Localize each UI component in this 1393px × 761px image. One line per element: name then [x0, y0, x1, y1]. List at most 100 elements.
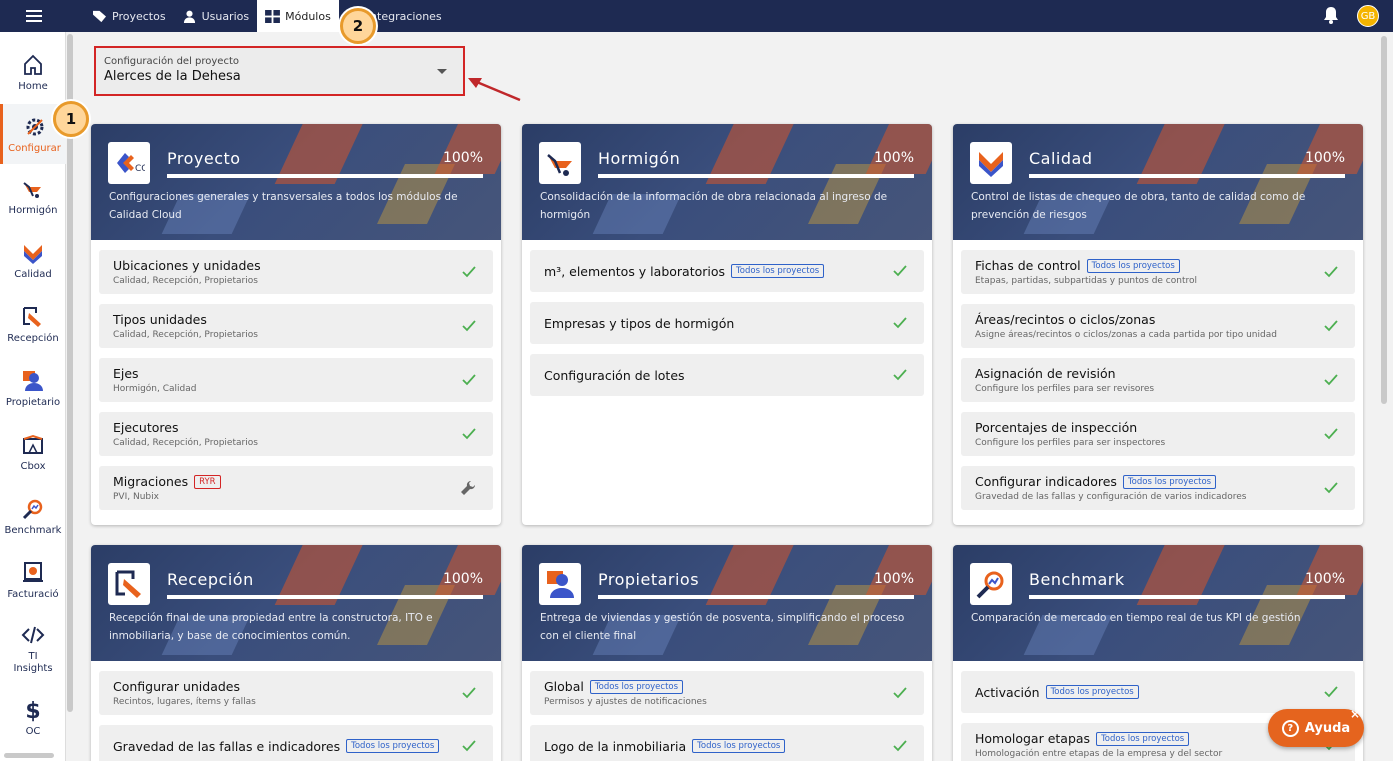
config-row-title: Configurar indicadores: [975, 474, 1117, 489]
config-row-title: Ejecutores: [113, 420, 179, 435]
config-row[interactable]: Tipos unidades Calidad, Recepción, Propie…: [99, 304, 493, 348]
config-row-subtitle: Asigne áreas/recintos o ciclos/zonas a c…: [975, 330, 1277, 340]
config-row[interactable]: Empresas y tipos de hormigón: [530, 302, 924, 344]
card-percent: 100%: [873, 571, 914, 587]
gear-icon: [26, 118, 43, 135]
tab-label: Usuarios: [201, 9, 250, 23]
sidebar-item-cbox[interactable]: Cbox: [0, 422, 66, 482]
wheelbarrow-icon: [547, 154, 572, 176]
sidebar-item-label: Recepción: [7, 332, 59, 344]
config-row[interactable]: Gravedad de las fallas e indicadores Todo…: [99, 725, 493, 761]
wrench-icon[interactable]: [459, 479, 477, 497]
bell-icon[interactable]: [1323, 6, 1339, 24]
question-icon: ?: [1281, 719, 1299, 737]
main-scrollbar[interactable]: [1381, 36, 1387, 404]
sidebar-item-label: Home: [18, 80, 48, 92]
config-row[interactable]: Ubicaciones y unidades Calidad, Recepción…: [99, 250, 493, 294]
check-icon: [462, 320, 476, 332]
owner-icon: [23, 370, 43, 391]
scope-tag: Todos los proyectos: [346, 739, 440, 753]
horizontal-scrollbar[interactable]: [4, 753, 54, 758]
top-nav: Proyectos Usuarios Módulos Integraciones: [84, 0, 450, 32]
close-icon[interactable]: ×: [1350, 707, 1360, 721]
check-icon: [462, 687, 476, 699]
card-header: Calidad 100% Control de listas de chequeo …: [953, 124, 1363, 240]
card-title: Calidad: [1029, 149, 1093, 168]
tab-proyectos[interactable]: Proyectos: [84, 0, 174, 32]
card-body: m³, elementos y laboratorios Todos los pr…: [522, 240, 932, 414]
card-progress-bar: [1029, 174, 1345, 178]
config-row[interactable]: Migraciones RYR PVI, Nubix: [99, 466, 493, 510]
card-logo: [539, 142, 581, 184]
dollar-icon: $: [25, 699, 40, 722]
card-body: Configurar unidades Recintos, lugares, ít…: [91, 661, 501, 761]
card-body: Global Todos los proyectos Permisos y ajus…: [522, 661, 932, 761]
help-button[interactable]: ? Ayuda ×: [1268, 707, 1364, 747]
sidebar-item-ti-insights[interactable]: TI Insights: [0, 614, 66, 684]
check-icon: [1324, 266, 1338, 278]
grid-icon: [265, 9, 281, 23]
tab-modulos[interactable]: Módulos: [257, 0, 339, 32]
tab-usuarios[interactable]: Usuarios: [174, 0, 258, 32]
sidebar-item-label: Cbox: [20, 460, 46, 472]
sidebar-item-benchmark[interactable]: Benchmark: [0, 486, 66, 546]
config-row-subtitle: Homologación entre etapas de la empresa …: [975, 749, 1223, 759]
card-title: Proyecto: [167, 149, 241, 168]
sidebar-item-label: TI Insights: [13, 651, 53, 674]
config-row[interactable]: Ejecutores Calidad, Recepción, Propietari…: [99, 412, 493, 456]
sidebar-item-propietario[interactable]: Propietario: [0, 358, 66, 418]
config-row[interactable]: Configurar indicadores Todos los proyecto…: [961, 466, 1355, 510]
config-row[interactable]: Logo de la inmobiliaria Todos los proyect…: [530, 725, 924, 761]
sidebar-item-hormigon[interactable]: Hormigón: [0, 166, 66, 226]
config-row-title: Empresas y tipos de hormigón: [544, 315, 735, 331]
card-progress-bar: [598, 174, 914, 178]
card-progress-bar: [167, 595, 483, 599]
config-row-title: Configuración de lotes: [544, 367, 685, 383]
config-row[interactable]: Configurar unidades Recintos, lugares, ít…: [99, 671, 493, 715]
scope-tag: Todos los proyectos: [1096, 731, 1190, 746]
quality-check-icon: [24, 244, 42, 264]
config-row[interactable]: Asignación de revisión Configure los perf…: [961, 358, 1355, 402]
scope-tag: Todos los proyectos: [731, 264, 825, 278]
config-row-title: Fichas de control: [975, 258, 1081, 273]
sidebar-item-facturacion[interactable]: Facturació: [0, 550, 66, 610]
sidebar-item-recepcion[interactable]: Recepción: [0, 294, 66, 354]
sidebar-item-label: Facturació: [7, 588, 59, 600]
card-percent: 100%: [1304, 150, 1345, 166]
quality-check-icon: [979, 152, 1003, 177]
card-logo: [539, 563, 581, 605]
config-row-title: Tipos unidades: [113, 312, 207, 327]
sidebar-item-home[interactable]: Home: [0, 42, 66, 102]
sidebar-item-calidad[interactable]: Calidad: [0, 230, 66, 290]
card-progress-bar: [1029, 595, 1345, 599]
card-percent: 100%: [442, 571, 483, 587]
config-row[interactable]: Global Todos los proyectos Permisos y ajus…: [530, 671, 924, 715]
chevron-down-icon: [437, 69, 447, 74]
check-icon: [1324, 686, 1338, 698]
config-row-title: Activación: [975, 684, 1040, 700]
magnifier-chart-icon: [22, 499, 43, 519]
project-selector[interactable]: Configuración del proyecto Alerces de la…: [94, 46, 465, 96]
annotation-marker-2: 2: [340, 8, 376, 44]
config-row[interactable]: Configuración de lotes: [530, 354, 924, 396]
sidebar-item-oc[interactable]: $ OC: [0, 692, 66, 742]
config-row[interactable]: Activación Todos los proyectos: [961, 671, 1355, 713]
card-title: Benchmark: [1029, 570, 1125, 589]
card-description: Recepción final de una propiedad entre l…: [109, 612, 433, 642]
config-row[interactable]: Porcentajes de inspección Configure los p…: [961, 412, 1355, 456]
config-row[interactable]: Áreas/recintos o ciclos/zonas Asigne área…: [961, 304, 1355, 348]
magnifier-chart-icon: [976, 571, 1004, 599]
avatar[interactable]: GB: [1357, 5, 1379, 27]
module-card-3: Recepción 100% Recepción final de una prop…: [91, 545, 501, 761]
card-logo: [970, 142, 1012, 184]
card-header: Hormigón 100% Consolidación de la informac…: [522, 124, 932, 240]
help-button-label: Ayuda: [1304, 720, 1351, 736]
sidebar-item-label: OC: [25, 725, 41, 737]
config-row[interactable]: Ejes Hormigón, Calidad: [99, 358, 493, 402]
menu-icon[interactable]: [26, 7, 42, 25]
scope-tag: Todos los proyectos: [1086, 258, 1180, 273]
config-row[interactable]: m³, elementos y laboratorios Todos los pr…: [530, 250, 924, 292]
code-icon: [21, 626, 45, 644]
scope-tag: Todos los proyectos: [589, 679, 684, 694]
config-row[interactable]: Fichas de control Todos los proyectos Etap…: [961, 250, 1355, 294]
